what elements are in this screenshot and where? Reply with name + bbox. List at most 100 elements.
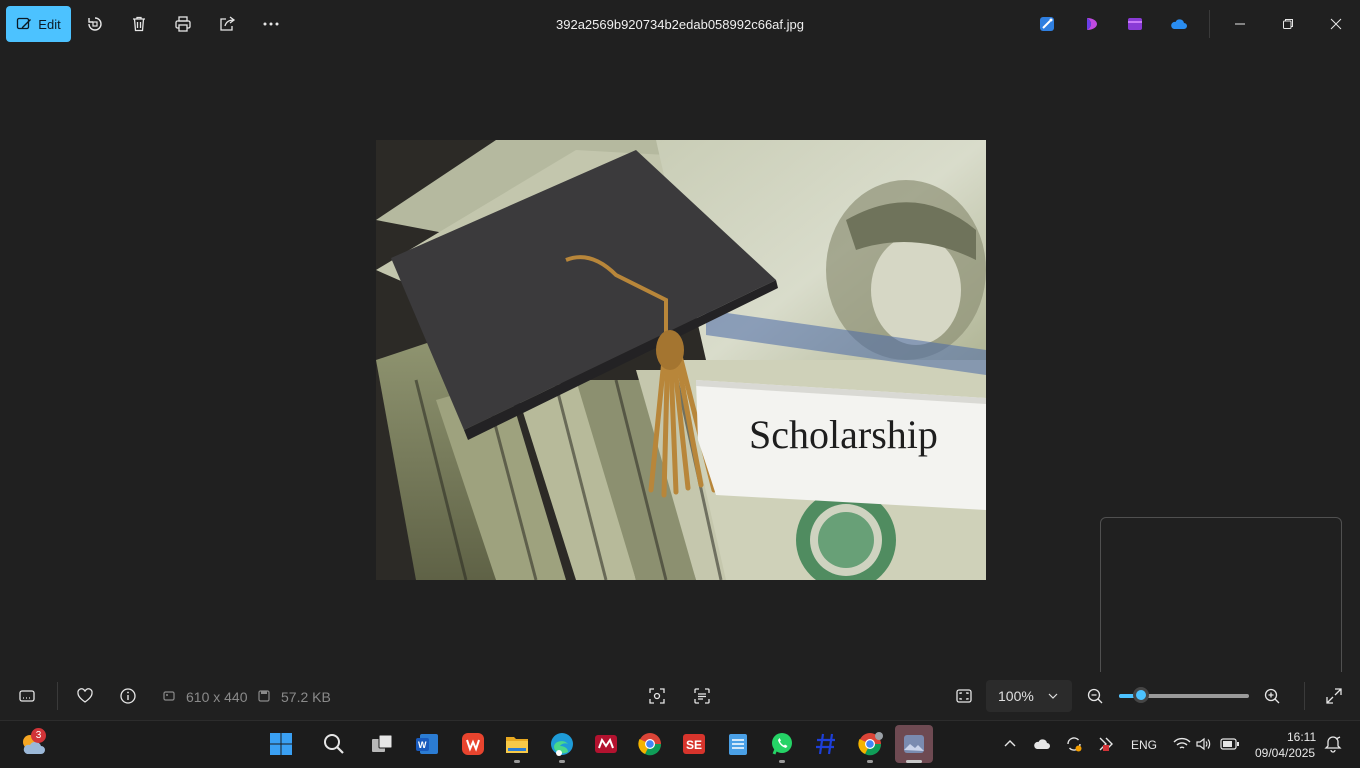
print-button[interactable] [167,8,199,40]
edit-button[interactable]: Edit [6,6,71,42]
zoom-in-icon [1264,688,1280,704]
close-button[interactable] [1313,8,1359,40]
folder-icon [506,737,528,753]
chrome-icon [638,733,662,756]
chevron-up-icon [1004,740,1016,747]
svg-text:SE: SE [686,738,702,752]
hash-app[interactable] [807,725,845,763]
info-bar-separator [57,682,58,710]
file-name-title: 392a2569b920734b2edab058992c66af.jpg [556,17,804,32]
fullscreen-button[interactable] [1318,680,1350,712]
maximize-button[interactable] [1265,8,1311,40]
task-view-icon [372,734,393,752]
word-app[interactable]: W [408,725,446,763]
file-explorer-app[interactable] [498,725,536,763]
running-indicator [514,760,520,763]
sync-icon [1067,737,1082,752]
filmstrip-icon [19,690,35,702]
search-button[interactable] [315,725,353,763]
share-icon [220,16,236,31]
edit-image-icon [17,17,32,30]
edge-icon [551,733,573,756]
fit-to-window-button[interactable] [948,680,980,712]
expand-icon [1326,688,1342,704]
battery-icon[interactable] [1220,738,1240,750]
scan-text-button[interactable] [686,680,718,712]
tray-app[interactable] [1090,728,1122,760]
chrome-profile-app[interactable] [851,725,889,763]
close-icon [1330,18,1342,30]
hash-icon [816,733,835,755]
zoom-out-icon [1087,688,1103,704]
se-app[interactable]: SE [675,725,713,763]
delete-button[interactable] [123,8,155,40]
photo-graphic: Scholarship [376,140,986,580]
more-options-button[interactable] [255,8,287,40]
file-info-button[interactable] [112,680,144,712]
photos-app-active[interactable] [895,725,933,763]
clipchamp-app-button[interactable] [1076,8,1108,40]
minimize-icon [1235,23,1245,25]
restore-icon [1283,19,1293,29]
running-indicator [559,760,565,763]
running-indicator [779,760,785,763]
chrome-app[interactable] [631,725,669,763]
designer-icon [1040,17,1054,31]
clock-time[interactable]: 16:11 [1287,730,1316,744]
title-separator [1209,10,1210,38]
rotate-button[interactable] [79,8,111,40]
zoom-in-button[interactable] [1256,680,1288,712]
mendeley-app[interactable] [587,725,625,763]
start-button[interactable] [262,725,300,763]
wifi-icon[interactable] [1173,737,1191,751]
wps-icon [462,733,484,755]
dimensions-icon [163,691,175,701]
notification-bell-icon[interactable] [1324,735,1342,753]
visual-search-button[interactable] [641,680,673,712]
favorite-button[interactable] [69,680,101,712]
onedrive-icon [1171,19,1187,29]
windows-icon [270,733,292,755]
whatsapp-icon [772,733,792,755]
tray-onedrive[interactable] [1026,728,1058,760]
whatsapp-app[interactable] [763,725,801,763]
cloud-icon [1034,739,1050,749]
scholarship-text: Scholarship [749,412,938,457]
clock-date[interactable]: 09/04/2025 [1255,746,1315,760]
task-view-button[interactable] [363,725,401,763]
designer-app-button[interactable] [1031,8,1063,40]
zoom-slider-thumb[interactable] [1133,687,1149,703]
filmstrip-button[interactable] [11,680,43,712]
heart-icon [77,688,93,703]
zoom-level-dropdown[interactable]: 100% [986,680,1072,712]
scan-text-icon [694,688,710,704]
share-button[interactable] [211,8,243,40]
language-indicator[interactable]: ENG [1131,738,1157,752]
rotate-icon [88,17,102,31]
onedrive-app-button[interactable] [1163,8,1195,40]
word-icon: W [416,734,438,754]
svg-text:W: W [418,740,427,750]
zoom-separator [1304,682,1305,710]
chevron-down-icon [1048,693,1058,699]
weather-badge: 3 [31,728,46,743]
mendeley-icon [595,735,617,753]
show-hidden-icons-button[interactable] [994,728,1026,760]
info-icon [120,688,136,704]
notepad-app[interactable] [719,725,757,763]
minimize-button[interactable] [1217,8,1263,40]
file-size-icon [258,690,270,702]
tray-sync[interactable] [1058,728,1090,760]
zoom-out-button[interactable] [1079,680,1111,712]
se-icon: SE [683,734,705,754]
active-indicator [906,760,922,763]
wps-office-app[interactable] [454,725,492,763]
edge-app[interactable] [543,725,581,763]
image-dimensions: 610 x 440 [186,689,248,705]
video-editor-icon [1128,18,1142,30]
running-indicator [867,760,873,763]
volume-icon[interactable] [1196,737,1212,751]
video-editor-app-button[interactable] [1119,8,1151,40]
print-icon [175,16,191,32]
displayed-photo[interactable]: Scholarship [376,140,986,580]
